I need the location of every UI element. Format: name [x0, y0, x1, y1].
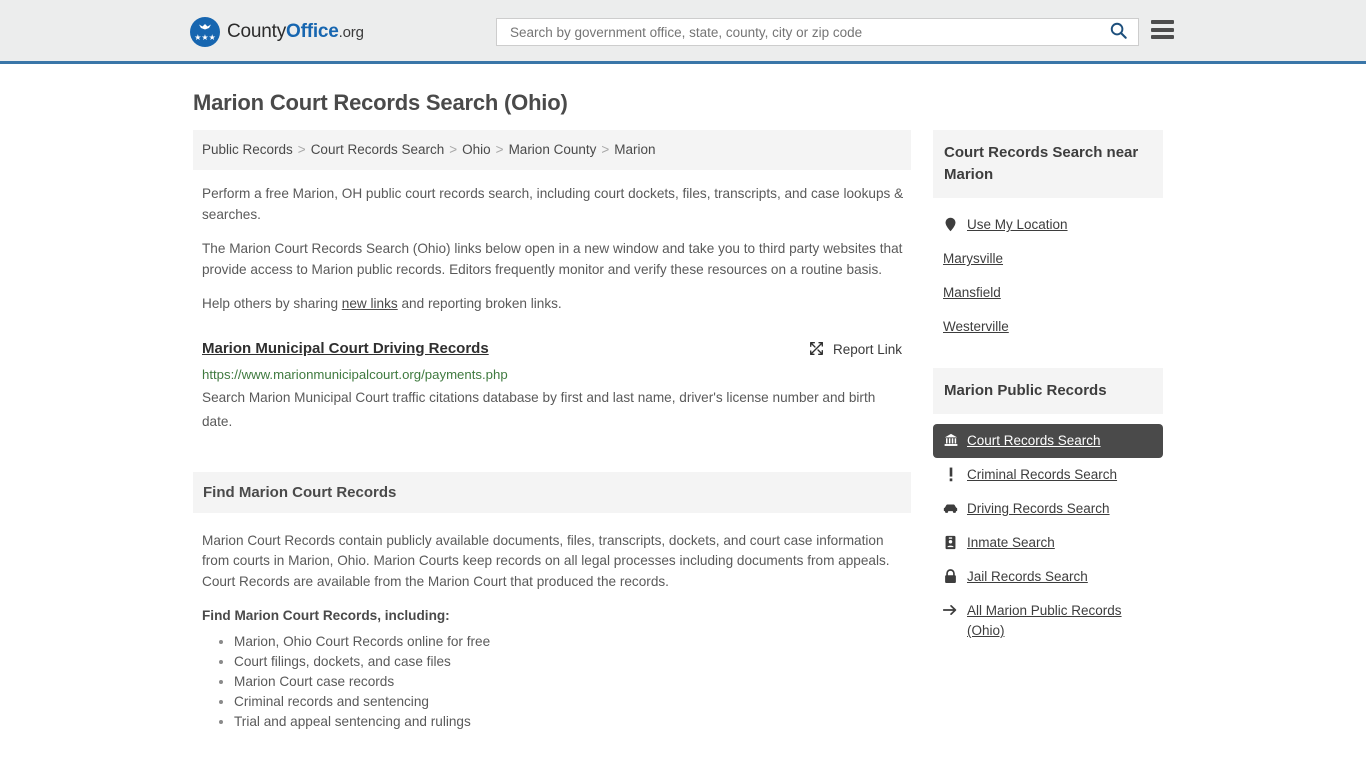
section-paragraph: Marion Court Records contain publicly av… — [202, 532, 890, 589]
sidebar-item-jail-records-search[interactable]: Jail Records Search — [933, 560, 1163, 594]
brand-accent: Office — [286, 21, 339, 42]
breadcrumb-item-marion-county[interactable]: Marion County — [509, 142, 597, 157]
brand-wordmark: CountyOffice.org — [227, 21, 364, 43]
sidebar-item-use-my-location[interactable]: Use My Location — [933, 208, 1163, 242]
records-bullet-list: Marion, Ohio Court Records online for fr… — [202, 632, 905, 732]
sidebar-item-inmate-search[interactable]: Inmate Search — [933, 526, 1163, 560]
arrow-right-icon — [943, 601, 958, 619]
sidebar-item-driving-records-search[interactable]: Driving Records Search — [933, 492, 1163, 526]
content-columns: Public Records > Court Records Search > Ohio… — [193, 130, 1173, 732]
sidebar-item-mansfield[interactable]: Mansfield — [933, 276, 1163, 310]
result-description: Search Marion Municipal Court traffic ci… — [202, 389, 876, 429]
hamburger-bar — [1151, 27, 1174, 32]
breadcrumb-separator: > — [449, 142, 458, 157]
breadcrumb-item-marion[interactable]: Marion — [614, 142, 655, 157]
courthouse-icon — [943, 431, 958, 449]
sidebar-item-marysville[interactable]: Marysville — [933, 242, 1163, 276]
section-heading: Find Marion Court Records — [193, 471, 911, 513]
search-bar[interactable] — [496, 18, 1139, 46]
use-my-location-link[interactable]: Use My Location — [967, 215, 1068, 235]
breadcrumb-item-ohio[interactable]: Ohio — [462, 142, 491, 157]
sidebar-item-court-records-search[interactable]: Court Records Search — [933, 424, 1163, 458]
eagle-shield-logo-icon: ★★★ — [190, 17, 220, 47]
nearby-city-link[interactable]: Westerville — [943, 317, 1009, 337]
driving-records-search-link[interactable]: Driving Records Search — [967, 499, 1110, 519]
breadcrumb: Public Records > Court Records Search > Ohio… — [193, 130, 911, 170]
nearby-search-card: Court Records Search near Marion Use My … — [933, 130, 1163, 344]
nearby-card-heading: Court Records Search near Marion — [933, 130, 1163, 198]
share-text-after: and reporting broken links. — [397, 296, 562, 311]
breadcrumb-separator: > — [495, 142, 504, 157]
criminal-records-search-link[interactable]: Criminal Records Search — [967, 465, 1117, 485]
report-link-button[interactable]: Report Link — [808, 339, 902, 360]
exclamation-icon — [943, 465, 958, 483]
list-item: Court filings, dockets, and case files — [234, 652, 905, 672]
sidebar-item-criminal-records-search[interactable]: Criminal Records Search — [933, 458, 1163, 492]
intro-paragraph-3: Help others by sharing new links and rep… — [193, 294, 911, 315]
page-title: Marion Court Records Search (Ohio) — [193, 90, 568, 115]
site-logo-link[interactable]: ★★★ CountyOffice.org — [190, 17, 364, 47]
public-records-card-body: Court Records Search Criminal Records Se… — [933, 414, 1163, 648]
share-text-before: Help others by sharing — [202, 296, 342, 311]
hamburger-bar — [1151, 35, 1174, 39]
all-public-records-link[interactable]: All Marion Public Records (Ohio) — [967, 601, 1153, 641]
result-url[interactable]: https://www.marionmunicipalcourt.org/pay… — [202, 366, 902, 384]
nearby-card-body: Use My Location Marysville Mansfield Wes… — [933, 198, 1163, 344]
brand-prefix: County — [227, 21, 287, 42]
id-badge-icon — [943, 533, 958, 551]
new-links-link[interactable]: new links — [342, 296, 398, 311]
sidebar-item-all-public-records[interactable]: All Marion Public Records (Ohio) — [933, 594, 1163, 648]
nearby-city-link[interactable]: Mansfield — [943, 283, 1001, 303]
broken-link-icon — [808, 340, 825, 360]
site-header: ★★★ CountyOffice.org — [0, 0, 1366, 64]
nearby-city-link[interactable]: Marysville — [943, 249, 1003, 269]
intro-paragraph-2: The Marion Court Records Search (Ohio) l… — [202, 241, 903, 277]
intro-paragraph-1: Perform a free Marion, OH public court r… — [202, 186, 904, 222]
brand-suffix: .org — [338, 24, 364, 41]
court-records-search-link[interactable]: Court Records Search — [967, 431, 1101, 451]
search-submit-button[interactable] — [1107, 21, 1130, 43]
hamburger-menu-icon[interactable] — [1151, 20, 1174, 39]
list-item: Criminal records and sentencing — [234, 692, 905, 712]
section-body: Marion Court Records contain publicly av… — [193, 531, 911, 733]
hamburger-bar — [1151, 20, 1174, 24]
map-pin-icon — [943, 215, 958, 233]
sidebar: Court Records Search near Marion Use My … — [933, 130, 1163, 672]
main-column: Public Records > Court Records Search > Ohio… — [193, 130, 911, 732]
result-header-row: Marion Municipal Court Driving Records R… — [202, 339, 902, 360]
result-item: Marion Municipal Court Driving Records R… — [193, 329, 911, 434]
jail-records-search-link[interactable]: Jail Records Search — [967, 567, 1088, 587]
list-item: Marion Court case records — [234, 672, 905, 692]
public-records-card-heading: Marion Public Records — [933, 368, 1163, 414]
car-icon — [943, 499, 958, 517]
bullet-list-lead: Find Marion Court Records, including: — [202, 608, 450, 623]
padlock-icon — [943, 567, 958, 585]
breadcrumb-item-court-records-search[interactable]: Court Records Search — [311, 142, 445, 157]
content-container: Marion Court Records Search (Ohio) Publi… — [193, 64, 1173, 732]
breadcrumb-separator: > — [297, 142, 306, 157]
sidebar-item-westerville[interactable]: Westerville — [933, 310, 1163, 344]
search-icon — [1109, 21, 1128, 43]
page-root: Marion Court Records Search (Ohio) Publi… — [0, 64, 1366, 732]
list-item: Trial and appeal sentencing and rulings — [234, 712, 905, 732]
breadcrumb-separator: > — [601, 142, 610, 157]
report-link-label: Report Link — [832, 342, 902, 357]
logo-stars: ★★★ — [194, 33, 216, 42]
public-records-card: Marion Public Records Court Records Sear… — [933, 368, 1163, 648]
result-title-link[interactable]: Marion Municipal Court Driving Records — [202, 339, 489, 359]
inmate-search-link[interactable]: Inmate Search — [967, 533, 1055, 553]
list-item: Marion, Ohio Court Records online for fr… — [234, 632, 905, 652]
search-input[interactable] — [508, 19, 1107, 45]
breadcrumb-item-public-records[interactable]: Public Records — [202, 142, 293, 157]
